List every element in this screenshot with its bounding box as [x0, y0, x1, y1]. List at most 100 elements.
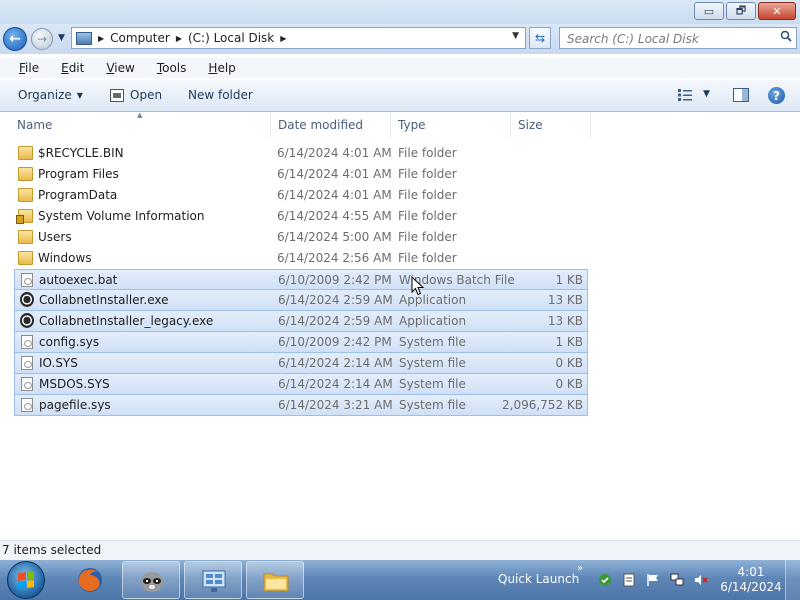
search-box[interactable]: [559, 27, 797, 49]
command-bar: Organize ▼ Open New folder ▼ ?: [0, 80, 800, 112]
file-size: 2,096,752 KB: [502, 398, 583, 412]
close-button[interactable]: ✕: [758, 2, 796, 20]
file-row[interactable]: config.sys 6/10/2009 2:42 PM System file 1 …: [14, 332, 588, 353]
file-row[interactable]: CollabnetInstaller.exe 6/14/2024 2:59 AM A…: [14, 290, 588, 311]
chevron-down-icon: ▼: [76, 90, 83, 100]
organize-button[interactable]: Organize ▼: [18, 88, 83, 102]
new-folder-button[interactable]: New folder: [188, 88, 253, 102]
document-tray-icon[interactable]: [622, 573, 636, 587]
start-button[interactable]: [7, 561, 45, 599]
menu-file[interactable]: File: [19, 61, 39, 75]
taskbar-control-panel[interactable]: [184, 561, 242, 599]
recent-pages-dropdown[interactable]: ▼: [58, 33, 65, 43]
breadcrumb-separator-icon[interactable]: ▶: [176, 34, 182, 43]
menu-view[interactable]: View: [106, 61, 134, 75]
breadcrumb-separator-icon[interactable]: ▶: [98, 34, 104, 43]
action-center-flag-icon[interactable]: [646, 573, 660, 587]
file-row[interactable]: CollabnetInstaller_legacy.exe 6/14/2024 2…: [14, 311, 588, 332]
maximize-button[interactable]: 🗗: [726, 2, 756, 20]
change-view-icon[interactable]: [678, 89, 692, 101]
explorer-window: ▭ 🗗 ✕ ← → ▼ ▶ Computer ▶ (C:) Local Disk…: [0, 0, 800, 560]
menu-tools[interactable]: Tools: [157, 61, 187, 75]
menu-help[interactable]: Help: [208, 61, 235, 75]
file-name: Users: [38, 230, 72, 244]
address-bar[interactable]: ▶ Computer ▶ (C:) Local Disk ▶ ▼: [71, 27, 526, 49]
breadcrumb-computer[interactable]: Computer: [110, 31, 170, 45]
breadcrumb-local-disk[interactable]: (C:) Local Disk: [188, 31, 274, 45]
file-row[interactable]: IO.SYS 6/14/2024 2:14 AM System file 0 KB: [14, 353, 588, 374]
network-icon[interactable]: [670, 573, 684, 587]
file-name: config.sys: [39, 335, 100, 349]
open-label: Open: [130, 88, 163, 102]
address-history-dropdown[interactable]: ▼: [512, 31, 519, 41]
minimize-button[interactable]: ▭: [694, 2, 724, 20]
breadcrumb-separator-icon[interactable]: ▶: [280, 34, 286, 43]
open-button[interactable]: Open: [110, 88, 162, 102]
clock-date: 6/14/2024: [720, 580, 782, 594]
taskbar-tortoise-app[interactable]: [122, 561, 180, 599]
file-size: 13 KB: [547, 314, 583, 328]
file-list: $RECYCLE.BIN 6/14/2024 4:01 AM File folder…: [14, 143, 588, 416]
show-desktop-button[interactable]: [785, 560, 800, 600]
file-size: 13 KB: [547, 293, 583, 307]
column-header-date[interactable]: Date modified: [273, 113, 391, 137]
raccoon-app-icon: [141, 572, 163, 592]
firefox-icon: [78, 568, 102, 592]
forward-arrow-icon: →: [36, 32, 48, 46]
help-icon[interactable]: ?: [768, 87, 785, 104]
column-header-size[interactable]: Size: [513, 113, 591, 137]
file-size: 0 KB: [555, 377, 583, 391]
file-name: Program Files: [38, 167, 119, 181]
new-folder-label: New folder: [188, 88, 253, 102]
system-clock[interactable]: 4:01 6/14/2024: [720, 565, 782, 595]
security-shield-icon[interactable]: [598, 573, 612, 587]
file-date-modified: 6/14/2024 2:14 AM: [278, 356, 393, 370]
taskbar-firefox[interactable]: [61, 561, 119, 599]
application-icon: [20, 292, 34, 307]
folder-icon: [18, 230, 33, 244]
windows-logo-icon: [18, 571, 34, 589]
minimize-icon: ▭: [703, 4, 715, 18]
column-header-type[interactable]: Type: [393, 113, 511, 137]
file-type: File folder: [398, 188, 457, 202]
folder-icon: [18, 146, 33, 160]
back-button[interactable]: ←: [3, 27, 27, 51]
control-panel-icon: [202, 570, 226, 592]
refresh-button[interactable]: ⇆: [529, 27, 551, 49]
document-icon: [21, 273, 33, 287]
file-row[interactable]: autoexec.bat 6/10/2009 2:42 PM Windows Bat…: [14, 269, 588, 290]
file-row[interactable]: Program Files 6/14/2024 4:01 AM File folde…: [14, 164, 588, 185]
quick-launch-label[interactable]: Quick Launch: [498, 572, 579, 586]
view-options-dropdown-icon[interactable]: ▼: [703, 89, 710, 99]
mouse-cursor-icon: [411, 276, 425, 296]
file-name: IO.SYS: [39, 356, 78, 370]
file-name: pagefile.sys: [39, 398, 111, 412]
file-row[interactable]: Users 6/14/2024 5:00 AM File folder: [14, 227, 588, 248]
taskbar-windows-explorer[interactable]: [246, 561, 304, 599]
forward-button[interactable]: →: [31, 28, 53, 50]
file-date-modified: 6/14/2024 5:00 AM: [277, 230, 392, 244]
file-date-modified: 6/10/2009 2:42 PM: [278, 273, 392, 287]
file-row[interactable]: System Volume Information 6/14/2024 4:55 …: [14, 206, 588, 227]
column-header-name[interactable]: Name: [12, 113, 271, 137]
file-date-modified: 6/14/2024 2:59 AM: [278, 314, 393, 328]
refresh-icon: ⇆: [534, 31, 546, 45]
search-input[interactable]: [565, 29, 769, 49]
file-row[interactable]: $RECYCLE.BIN 6/14/2024 4:01 AM File folder: [14, 143, 588, 164]
quick-launch-chevron-icon[interactable]: »: [577, 563, 583, 574]
document-icon: [21, 398, 33, 412]
menu-edit[interactable]: Edit: [61, 61, 84, 75]
file-row[interactable]: pagefile.sys 6/14/2024 3:21 AM System file…: [14, 395, 588, 416]
folder-icon: [263, 573, 289, 592]
file-date-modified: 6/14/2024 3:21 AM: [278, 398, 393, 412]
column-headers: ▲ Name Date modified Type Size: [0, 111, 800, 137]
file-name: System Volume Information: [38, 209, 205, 223]
title-bar[interactable]: ▭ 🗗 ✕: [0, 0, 800, 24]
volume-muted-icon[interactable]: [694, 573, 708, 587]
preview-pane-icon[interactable]: [733, 88, 749, 102]
organize-label: Organize: [18, 88, 72, 102]
file-row[interactable]: MSDOS.SYS 6/14/2024 2:14 AM System file 0 K…: [14, 374, 588, 395]
file-row[interactable]: ProgramData 6/14/2024 4:01 AM File folder: [14, 185, 588, 206]
file-row[interactable]: Windows 6/14/2024 2:56 AM File folder: [14, 248, 588, 269]
file-type: File folder: [398, 209, 457, 223]
